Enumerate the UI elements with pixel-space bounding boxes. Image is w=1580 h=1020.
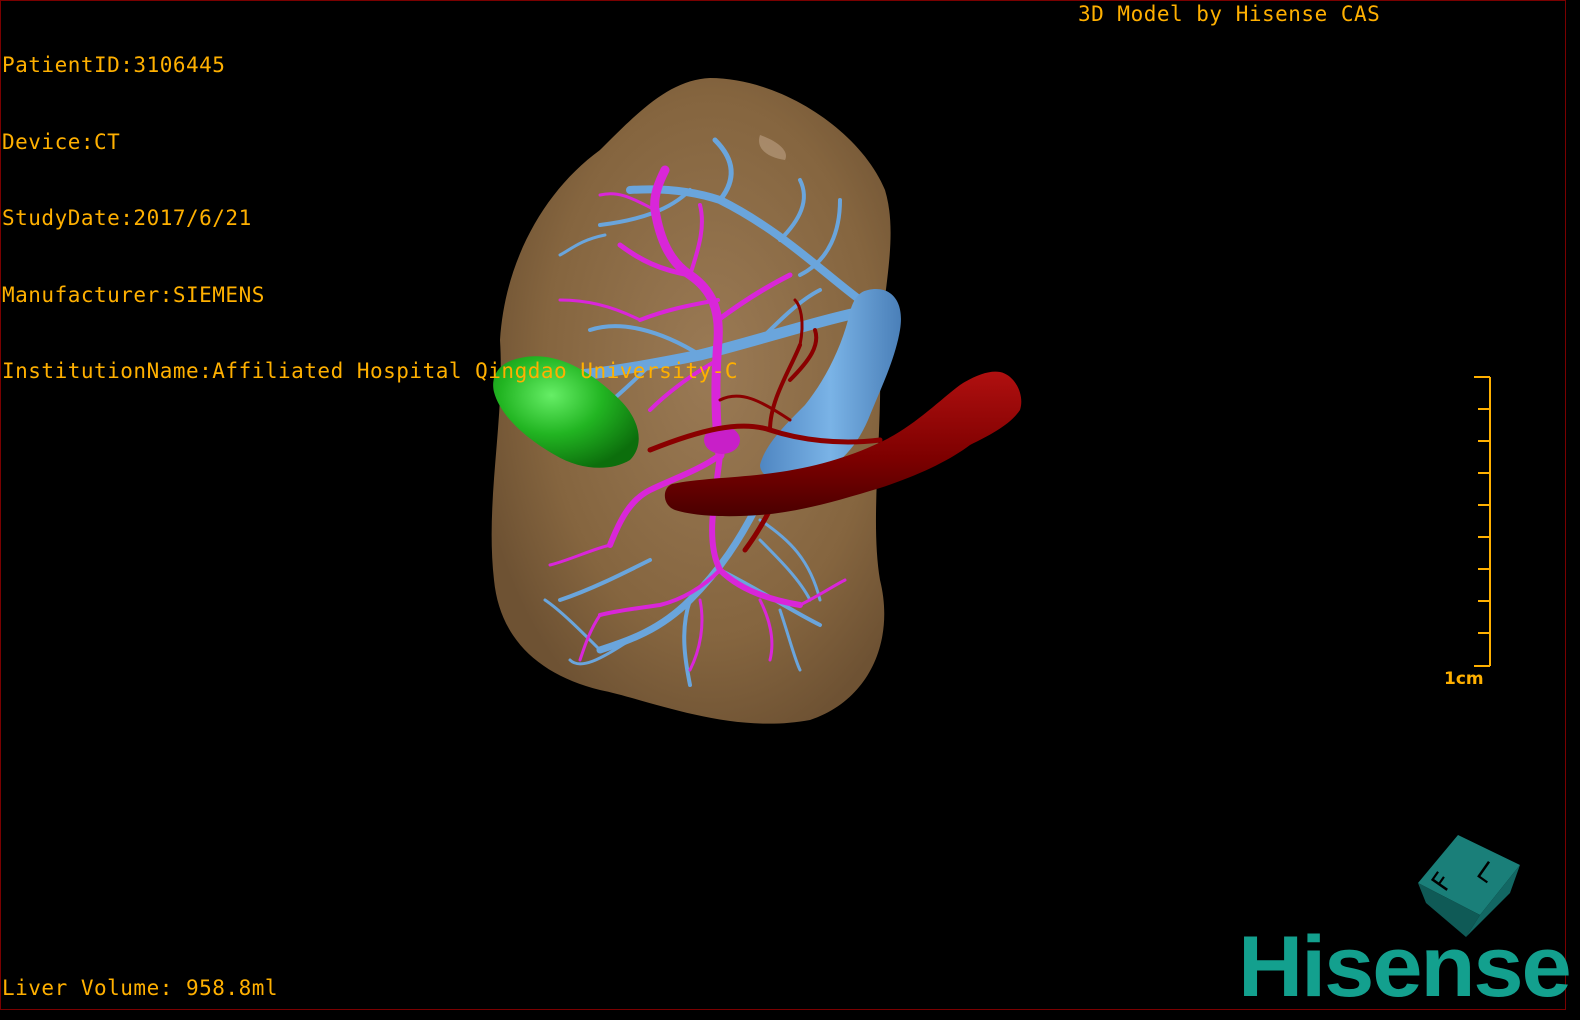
model-brand-label: 3D Model by Hisense CAS — [1078, 2, 1381, 26]
scale-bar-label: 1cm — [1444, 669, 1484, 689]
liver-volume: Liver Volume: 958.8ml — [2, 976, 279, 1000]
study-info-overlay: PatientID:3106445 Device:CT StudyDate:20… — [2, 2, 738, 410]
device: Device:CT — [2, 129, 121, 154]
institution-name: InstitutionName:Affiliated Hospital Qing… — [2, 359, 739, 383]
study-date: StudyDate:2017/6/21 — [2, 206, 252, 230]
manufacturer: Manufacturer:SIEMENS — [2, 282, 265, 307]
scale-bar — [1474, 376, 1491, 667]
hisense-logo: Hisense — [1238, 919, 1572, 1015]
patient-id: PatientID:3106445 — [2, 53, 226, 77]
